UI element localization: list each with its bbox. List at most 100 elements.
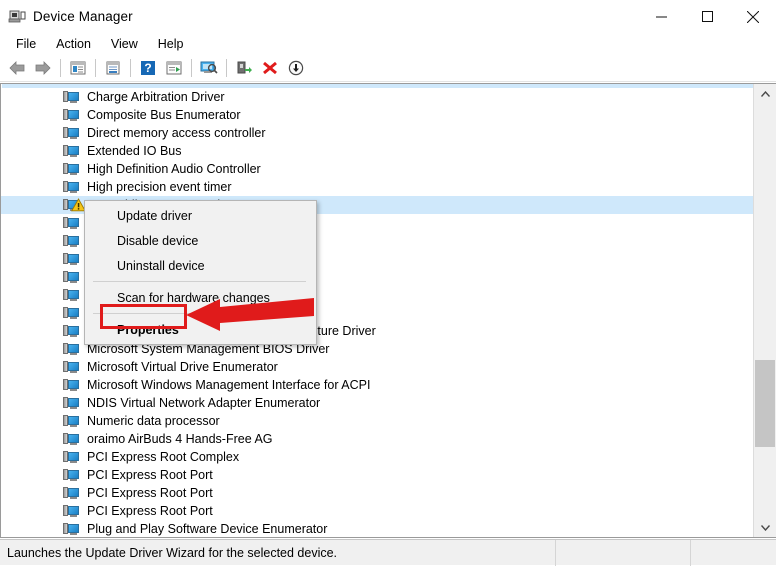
close-button[interactable] <box>730 0 776 33</box>
download-icon[interactable] <box>283 56 309 80</box>
device-list-item-label: PCI Express Root Port <box>87 468 213 482</box>
device-list-item[interactable]: Microsoft Windows Management Interface f… <box>1 376 753 394</box>
device-list-item-label: PCI Express Root Complex <box>87 450 240 464</box>
context-menu[interactable]: Update driver Disable device Uninstall dev… <box>84 200 317 345</box>
device-list-item[interactable]: Plug and Play Software Device Enumerator <box>1 520 753 537</box>
status-bar: Launches the Update Driver Wizard for th… <box>0 539 776 566</box>
scroll-down-arrow[interactable] <box>754 517 776 537</box>
device-list-item[interactable]: PCI Express Root Port <box>1 502 753 520</box>
menu-bar: File Action View Help <box>0 33 776 55</box>
help-icon[interactable]: ? <box>135 56 161 80</box>
minimize-button[interactable] <box>638 0 684 33</box>
device-list-item-label: High Definition Audio Controller <box>87 162 261 176</box>
device-list-item[interactable]: NDIS Virtual Network Adapter Enumerator <box>1 394 753 412</box>
device-icon <box>63 504 79 518</box>
toolbar: ? <box>0 55 776 82</box>
device-list-item-label: Microsoft Virtual Drive Enumerator <box>87 360 278 374</box>
device-icon <box>63 396 79 410</box>
device-list-item-label: Numeric data processor <box>87 414 220 428</box>
device-icon <box>63 414 79 428</box>
device-icon <box>63 486 79 500</box>
device-icon <box>63 216 79 230</box>
device-icon <box>63 162 79 176</box>
device-icon <box>63 90 79 104</box>
device-icon <box>63 522 79 536</box>
context-menu-scan-for-hardware-changes[interactable]: Scan for hardware changes <box>85 285 316 310</box>
device-list-item[interactable]: Numeric data processor <box>1 412 753 430</box>
device-list-item[interactable]: PCI Express Root Complex <box>1 448 753 466</box>
device-icon <box>63 324 79 338</box>
menu-file[interactable]: File <box>6 34 46 54</box>
scroll-up-arrow[interactable] <box>754 84 776 104</box>
device-list-item-label: Microsoft Windows Management Interface f… <box>87 378 371 392</box>
svg-text:?: ? <box>144 61 151 75</box>
show-hide-console-tree-icon[interactable] <box>65 56 91 80</box>
device-icon <box>63 126 79 140</box>
device-icon <box>63 234 79 248</box>
scan-for-hardware-changes-icon[interactable] <box>196 56 222 80</box>
device-list-item[interactable]: High Definition Audio Controller <box>1 160 753 178</box>
toolbar-separator <box>191 59 192 77</box>
context-menu-properties[interactable]: Properties <box>85 317 316 342</box>
toolbar-separator <box>60 59 61 77</box>
update-driver-icon[interactable] <box>161 56 187 80</box>
toolbar-separator <box>226 59 227 77</box>
device-icon <box>63 144 79 158</box>
device-list-item-label: Extended IO Bus <box>87 144 182 158</box>
context-menu-separator <box>93 313 306 314</box>
device-icon <box>63 342 79 356</box>
device-icon <box>63 180 79 194</box>
maximize-button[interactable] <box>684 0 730 33</box>
device-list-item[interactable]: High precision event timer <box>1 178 753 196</box>
device-list-item-label: Charge Arbitration Driver <box>87 90 225 104</box>
device-list-item[interactable]: Charge Arbitration Driver <box>1 88 753 106</box>
device-icon <box>63 306 79 320</box>
menu-help[interactable]: Help <box>148 34 194 54</box>
device-icon <box>63 270 79 284</box>
status-pane-2 <box>556 539 691 566</box>
context-menu-uninstall-device[interactable]: Uninstall device <box>85 253 316 278</box>
title-bar: Device Manager <box>0 0 776 33</box>
device-icon <box>63 108 79 122</box>
back-icon[interactable] <box>4 56 30 80</box>
device-list-item[interactable]: Composite Bus Enumerator <box>1 106 753 124</box>
status-message: Launches the Update Driver Wizard for th… <box>0 539 556 566</box>
menu-view[interactable]: View <box>101 34 148 54</box>
context-menu-disable-device[interactable]: Disable device <box>85 228 316 253</box>
scrollbar-track[interactable] <box>754 104 776 517</box>
context-menu-update-driver[interactable]: Update driver <box>85 203 316 228</box>
device-list-item-label: oraimo AirBuds 4 Hands-Free AG <box>87 432 273 446</box>
device-list-item-label: Direct memory access controller <box>87 126 266 140</box>
forward-icon[interactable] <box>30 56 56 80</box>
device-list-item[interactable]: Microsoft Virtual Drive Enumerator <box>1 358 753 376</box>
device-list-item[interactable]: PCI Express Root Port <box>1 466 753 484</box>
device-icon <box>63 450 79 464</box>
window-title: Device Manager <box>33 9 133 24</box>
device-list-item[interactable]: Extended IO Bus <box>1 142 753 160</box>
device-icon <box>63 432 79 446</box>
device-list-item[interactable]: oraimo AirBuds 4 Hands-Free AG <box>1 430 753 448</box>
vertical-scrollbar[interactable] <box>753 84 776 537</box>
device-list-item-label: PCI Express Root Port <box>87 486 213 500</box>
properties-icon[interactable] <box>100 56 126 80</box>
toolbar-separator <box>130 59 131 77</box>
scrollbar-thumb[interactable] <box>755 360 775 447</box>
device-list-item[interactable]: Direct memory access controller <box>1 124 753 142</box>
window-controls <box>638 0 776 33</box>
device-list-item-label: NDIS Virtual Network Adapter Enumerator <box>87 396 321 410</box>
status-pane-3 <box>691 540 776 566</box>
device-list-item[interactable]: PCI Express Root Port <box>1 484 753 502</box>
toolbar-separator <box>95 59 96 77</box>
device-list-item-label: High precision event timer <box>87 180 232 194</box>
device-list-item-label: PCI Express Root Port <box>87 504 213 518</box>
device-list-item-label: Composite Bus Enumerator <box>87 108 241 122</box>
device-icon <box>63 360 79 374</box>
menu-action[interactable]: Action <box>46 34 101 54</box>
uninstall-device-icon[interactable] <box>257 56 283 80</box>
enable-device-icon[interactable] <box>231 56 257 80</box>
device-manager-icon <box>8 8 26 26</box>
device-icon <box>63 468 79 482</box>
context-menu-separator <box>93 281 306 282</box>
device-icon <box>63 288 79 302</box>
device-list-item-label: Plug and Play Software Device Enumerator <box>87 522 328 536</box>
